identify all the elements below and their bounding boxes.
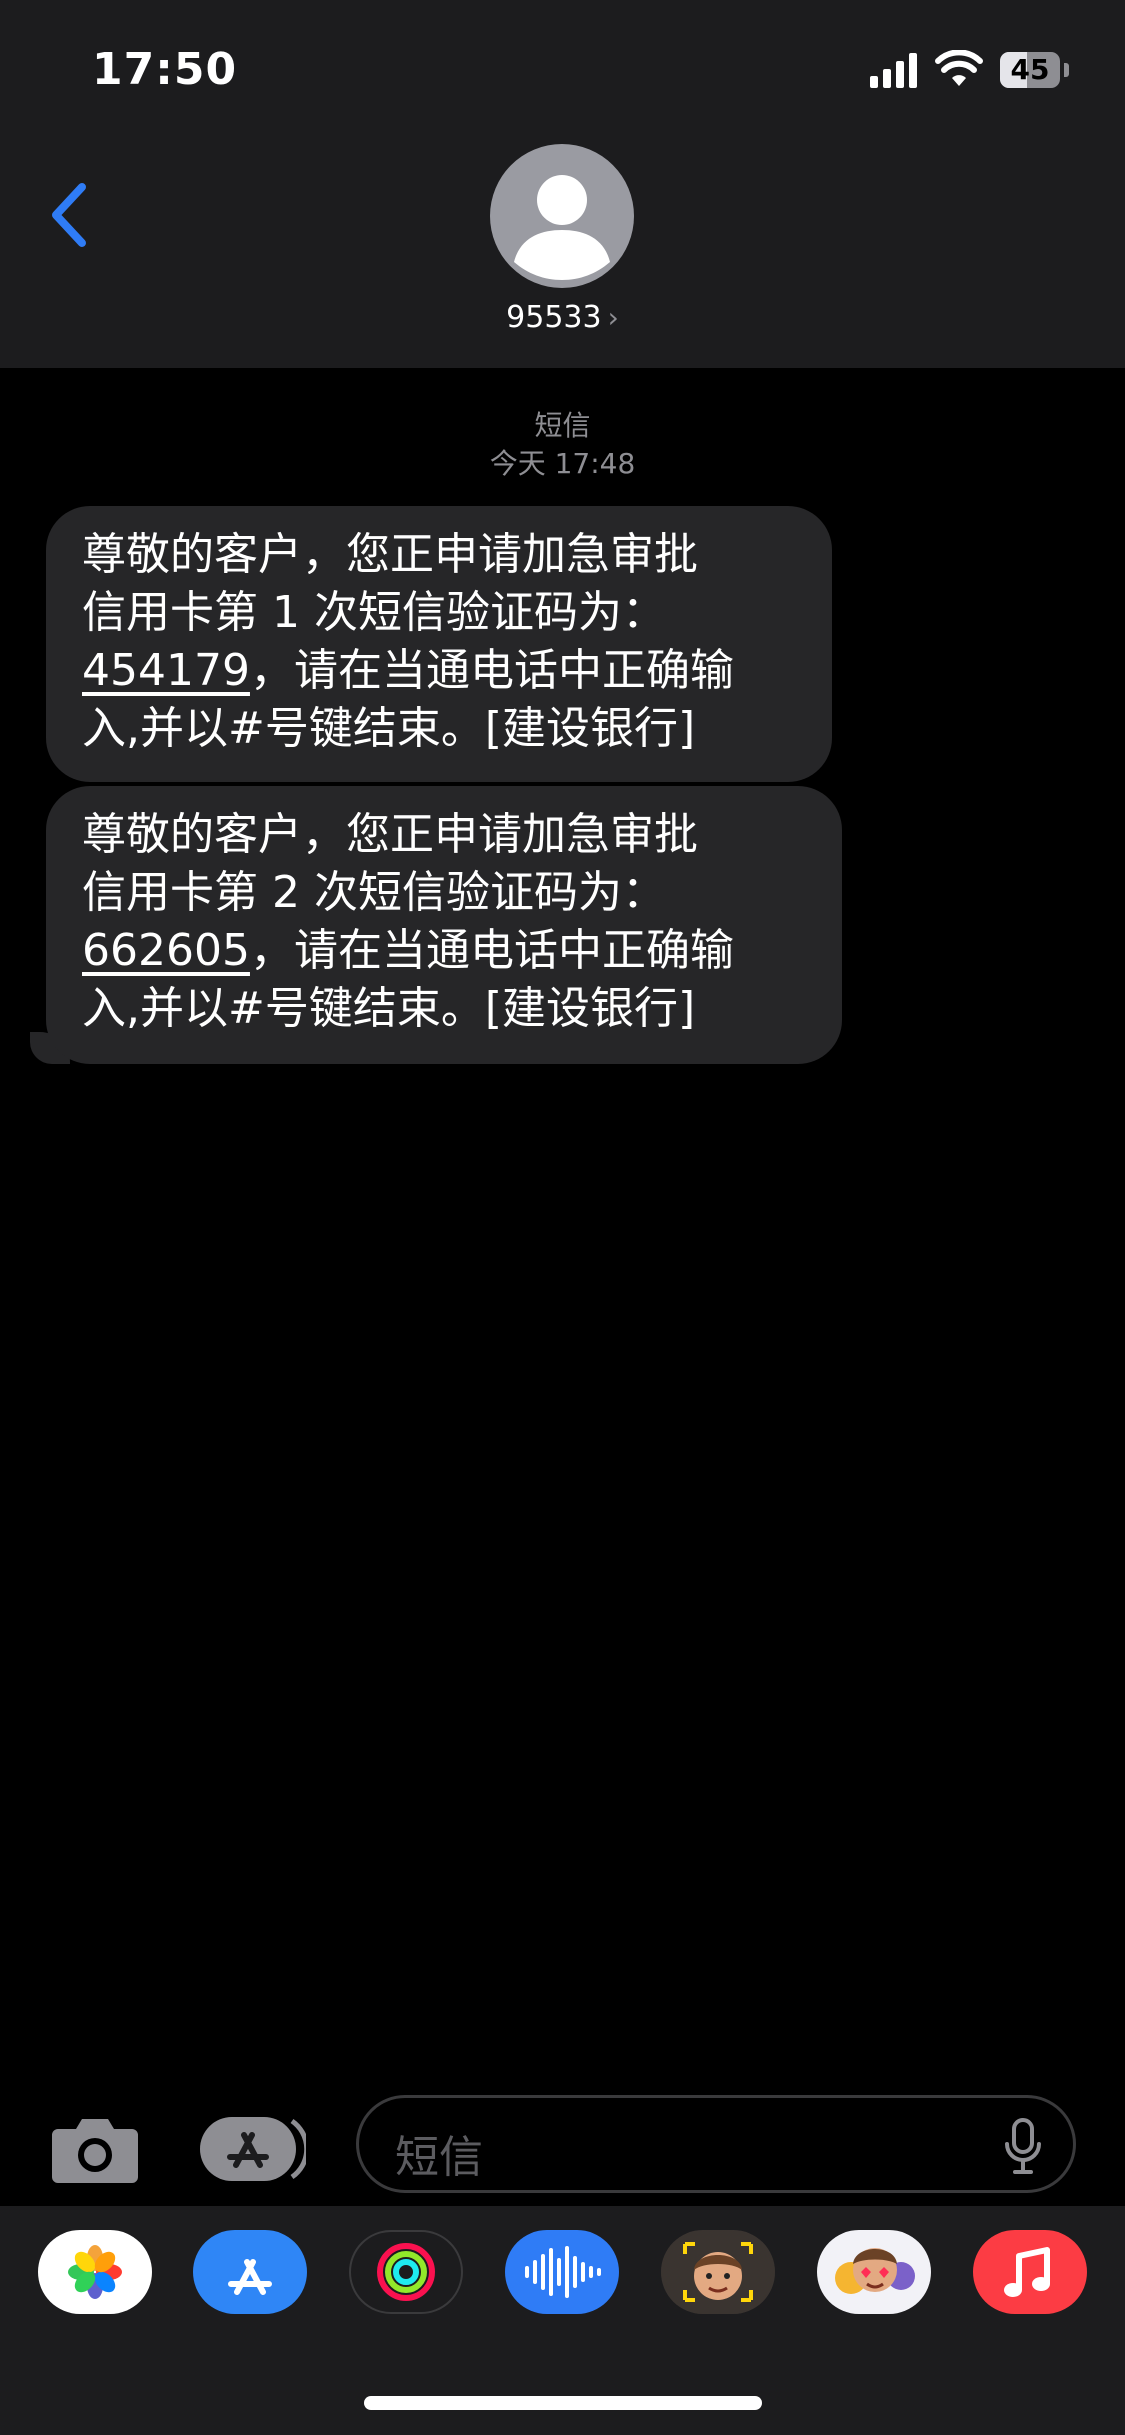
message-line: 入,并以#号键结束。[建设银行] bbox=[82, 983, 696, 1034]
audio-message-app-icon[interactable] bbox=[505, 2230, 619, 2314]
app-store-app-icon[interactable] bbox=[193, 2230, 307, 2314]
wifi-icon bbox=[935, 50, 983, 86]
battery-percent: 45 bbox=[1010, 53, 1050, 86]
battery-icon: 45 bbox=[1000, 52, 1060, 88]
home-indicator[interactable] bbox=[364, 2396, 762, 2410]
status-time: 17:50 bbox=[92, 44, 238, 95]
message-bubble[interactable]: 尊敬的客户，您正申请加急审批 信用卡第 1 次短信验证码为： 454179，请在… bbox=[46, 506, 832, 782]
app-store-icon[interactable] bbox=[200, 2113, 306, 2185]
verification-code-link[interactable]: 454179 bbox=[82, 645, 250, 696]
message-timestamp: 今天 17:48 bbox=[489, 447, 636, 480]
battery-tip bbox=[1064, 63, 1069, 77]
camera-icon[interactable] bbox=[50, 2113, 140, 2185]
message-line: 尊敬的客户，您正申请加急审批 bbox=[82, 809, 698, 860]
message-bubble[interactable]: 尊敬的客户，您正申请加急审批 信用卡第 2 次短信验证码为： 662605，请在… bbox=[46, 786, 842, 1064]
activity-app-icon[interactable] bbox=[349, 2230, 463, 2314]
message-line: 信用卡第 2 次短信验证码为： bbox=[82, 867, 666, 918]
person-icon bbox=[514, 175, 610, 280]
memoji-app-icon[interactable] bbox=[661, 2230, 775, 2314]
conversation-header: 17:50 45 95533 › bbox=[0, 0, 1125, 368]
message-line: 662605，请在当通电话中正确输 bbox=[82, 925, 734, 976]
chevron-right-icon: › bbox=[607, 301, 619, 334]
animoji-stickers-app-icon[interactable] bbox=[817, 2230, 931, 2314]
contact-number: 95533 bbox=[506, 300, 602, 335]
message-input-placeholder: 短信 bbox=[395, 2132, 483, 2183]
cellular-signal-icon bbox=[870, 53, 917, 88]
photos-app-icon[interactable] bbox=[38, 2230, 152, 2314]
message-line: 信用卡第 1 次短信验证码为： bbox=[82, 587, 666, 638]
message-line: 尊敬的客户，您正申请加急审批 bbox=[82, 529, 698, 580]
compose-bar: 短信 bbox=[0, 2085, 1125, 2205]
verification-code-link[interactable]: 662605 bbox=[82, 925, 250, 976]
message-line: 入,并以#号键结束。[建设银行] bbox=[82, 703, 696, 754]
back-chevron-icon[interactable] bbox=[40, 175, 100, 255]
contact-name[interactable]: 95533 › bbox=[0, 300, 1125, 335]
microphone-icon[interactable] bbox=[1003, 2118, 1043, 2176]
service-label: 短信 bbox=[534, 409, 591, 442]
message-line: 454179，请在当通电话中正确输 bbox=[82, 645, 734, 696]
message-input[interactable]: 短信 bbox=[356, 2095, 1076, 2193]
music-app-icon[interactable] bbox=[973, 2230, 1087, 2314]
contact-avatar[interactable] bbox=[490, 144, 634, 288]
